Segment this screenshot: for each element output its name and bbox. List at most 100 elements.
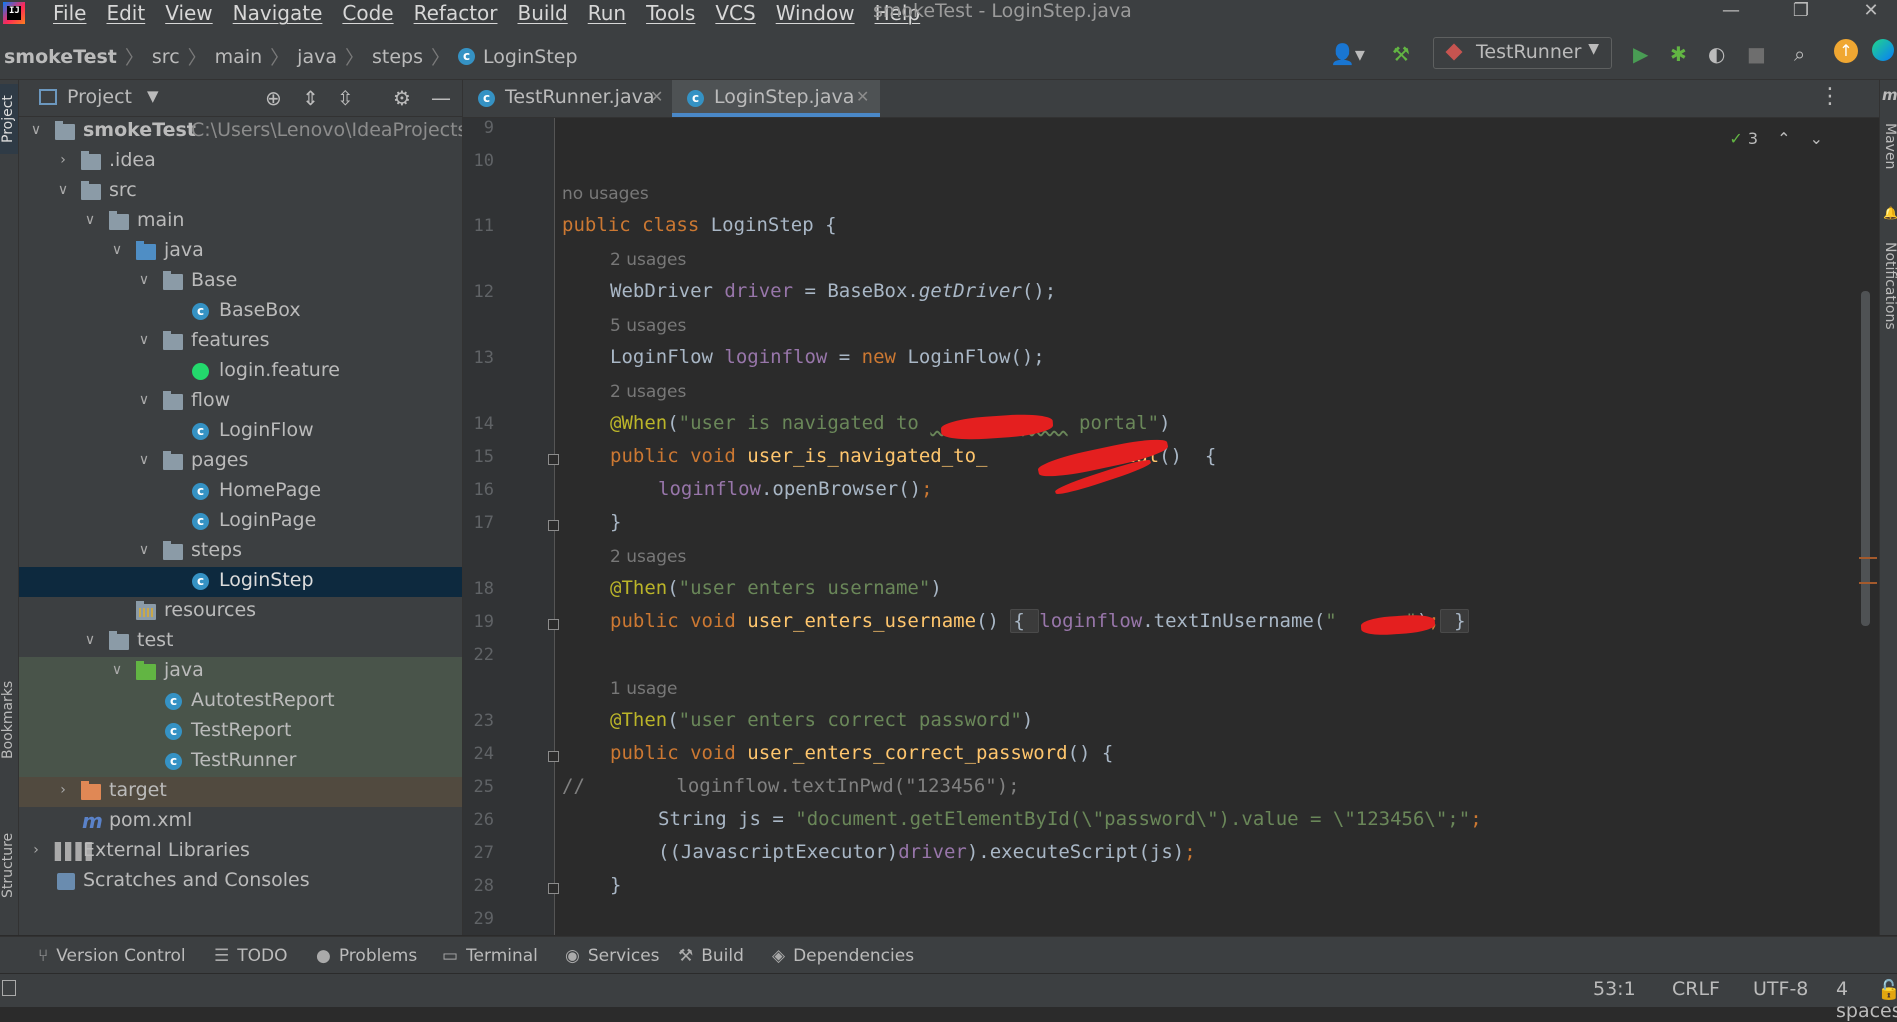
error-stripe-mark[interactable] xyxy=(1859,557,1877,559)
code-line-27[interactable]: ((JavascriptExecutor)driver).executeScri… xyxy=(658,841,1196,863)
line-separator[interactable]: CRLF xyxy=(1672,978,1720,1000)
code-line-25[interactable]: // loginflow.textInPwd("123456"); xyxy=(562,775,1020,797)
menu-run[interactable]: Run xyxy=(588,1,626,25)
tree-item-test[interactable]: ∨ test xyxy=(19,627,462,657)
close-tab-icon[interactable]: ✕ xyxy=(856,87,869,106)
run-configuration-select[interactable]: TestRunner ▼ xyxy=(1433,37,1612,69)
chevron-right-icon[interactable]: › xyxy=(56,152,70,168)
menu-window[interactable]: Window xyxy=(776,1,855,25)
tree-item-external-libraries[interactable]: › ▌▌▌▌ External Libraries xyxy=(19,837,462,867)
usage-hint[interactable]: 2 usages xyxy=(610,547,686,567)
chevron-down-icon[interactable]: ∨ xyxy=(137,272,151,288)
menu-navigate[interactable]: Navigate xyxy=(233,1,323,25)
coverage-icon[interactable]: ◐ xyxy=(1708,42,1725,66)
stop-icon[interactable]: ■ xyxy=(1747,42,1766,66)
menu-refactor[interactable]: Refactor xyxy=(414,1,498,25)
chevron-down-icon[interactable]: ∨ xyxy=(83,632,97,648)
fold-marker-icon[interactable] xyxy=(548,619,559,630)
tree-item-main[interactable]: ∨ main xyxy=(19,207,462,237)
tree-item-features[interactable]: ∨ features xyxy=(19,327,462,357)
tab-loginstep[interactable]: c LoginStep.java ✕ xyxy=(672,80,880,117)
tree-item-scratches[interactable]: Scratches and Consoles xyxy=(19,867,462,897)
build-hammer-icon[interactable]: ⚒ xyxy=(1392,42,1410,66)
chevron-right-icon[interactable]: › xyxy=(56,782,70,798)
usage-hint[interactable]: 5 usages xyxy=(610,316,686,336)
file-encoding[interactable]: UTF-8 xyxy=(1753,978,1808,1000)
tree-item-idea[interactable]: › .idea xyxy=(19,147,462,177)
breadcrumb-steps[interactable]: steps xyxy=(372,46,423,68)
vertical-scrollbar[interactable] xyxy=(1861,291,1870,626)
user-account-icon[interactable]: 👤▾ xyxy=(1330,42,1365,66)
structure-tool-tab[interactable]: Structure xyxy=(0,820,18,910)
chevron-down-icon[interactable]: ∨ xyxy=(137,332,151,348)
tree-item-base[interactable]: ∨ Base xyxy=(19,267,462,297)
notifications-tool-tab[interactable]: Notifications xyxy=(1880,226,1897,346)
menu-code[interactable]: Code xyxy=(342,1,393,25)
code-line-16[interactable]: loginflow.openBrowser(); xyxy=(658,478,933,500)
debug-icon[interactable]: ✱ xyxy=(1670,42,1687,66)
usage-hint[interactable]: 2 usages xyxy=(610,250,686,270)
breadcrumb-file[interactable]: LoginStep xyxy=(483,46,578,68)
code-line-11[interactable]: public class LoginStep { xyxy=(562,214,837,236)
breadcrumb-java[interactable]: java xyxy=(297,46,337,68)
tree-item-test-java[interactable]: ∨ java xyxy=(19,657,462,687)
breadcrumb-src[interactable]: src xyxy=(152,46,180,68)
close-tab-icon[interactable]: ✕ xyxy=(650,87,663,106)
code-with-me-icon[interactable] xyxy=(1872,39,1894,61)
code-line-26[interactable]: String js = "document.getElementById(\"p… xyxy=(658,808,1482,830)
chevron-down-icon[interactable]: ∨ xyxy=(110,242,124,258)
tree-item-pom[interactable]: m pom.xml xyxy=(19,807,462,837)
collapse-all-icon[interactable]: ⇳ xyxy=(337,86,354,110)
caret-position[interactable]: 53:1 xyxy=(1593,978,1636,1000)
tree-item-testrunner[interactable]: c TestRunner xyxy=(19,747,462,777)
fold-marker-icon[interactable] xyxy=(548,751,559,762)
code-line-18[interactable]: @Then("user enters username") xyxy=(610,577,942,599)
bookmarks-tool-tab[interactable]: Bookmarks xyxy=(0,670,18,770)
hide-panel-icon[interactable]: — xyxy=(431,86,451,110)
code-line-12[interactable]: WebDriver driver = BaseBox.getDriver(); xyxy=(610,280,1056,302)
tool-terminal[interactable]: ▭ Terminal xyxy=(442,946,538,966)
tree-item-loginflow[interactable]: c LoginFlow xyxy=(19,417,462,447)
breadcrumb-main[interactable]: main xyxy=(215,46,262,68)
error-stripe-mark[interactable] xyxy=(1859,582,1877,584)
tool-build[interactable]: ⚒ Build xyxy=(678,946,744,966)
run-icon[interactable]: ▶ xyxy=(1633,42,1648,66)
tree-item-flow[interactable]: ∨ flow xyxy=(19,387,462,417)
code-line-24[interactable]: public void user_enters_correct_password… xyxy=(610,742,1113,764)
menu-file[interactable]: File xyxy=(53,1,86,25)
usage-hint[interactable]: 1 usage xyxy=(610,679,678,699)
chevron-up-icon[interactable]: ⌃ xyxy=(1777,129,1790,148)
tool-services[interactable]: ◉ Services xyxy=(565,946,660,966)
tree-item-autotestreport[interactable]: c AutotestReport xyxy=(19,687,462,717)
code-line-19[interactable]: public void user_enters_username() { log… xyxy=(610,609,1469,633)
tool-todo[interactable]: ☰ TODO xyxy=(214,946,288,966)
tool-problems[interactable]: ● Problems xyxy=(316,946,417,966)
tree-item-steps[interactable]: ∨ steps xyxy=(19,537,462,567)
chevron-down-icon[interactable]: ∨ xyxy=(137,452,151,468)
chevron-down-icon[interactable]: ∨ xyxy=(56,182,70,198)
fold-marker-icon[interactable] xyxy=(548,520,559,531)
project-tool-tab[interactable]: Project xyxy=(0,84,18,154)
fold-marker-icon[interactable] xyxy=(548,883,559,894)
tree-item-homepage[interactable]: c HomePage xyxy=(19,477,462,507)
usage-hint[interactable]: no usages xyxy=(562,184,649,204)
update-icon[interactable]: ↑ xyxy=(1834,39,1858,63)
expand-all-icon[interactable]: ⇕ xyxy=(302,86,319,110)
more-tabs-icon[interactable]: ⋮ xyxy=(1819,84,1841,109)
project-panel-title[interactable]: Project xyxy=(67,86,132,108)
chevron-down-icon[interactable]: ∨ xyxy=(110,662,124,678)
menu-tools[interactable]: Tools xyxy=(646,1,695,25)
inspection-widget[interactable]: ✓ 3 ⌃ ⌄ xyxy=(1729,129,1823,148)
chevron-down-icon[interactable]: ⌄ xyxy=(1810,129,1823,148)
menu-view[interactable]: View xyxy=(165,1,212,25)
folded-region[interactable]: { xyxy=(1010,609,1040,633)
chevron-down-icon[interactable]: ∨ xyxy=(137,542,151,558)
code-line-28[interactable]: } xyxy=(610,874,621,896)
chevron-down-icon[interactable]: ▼ xyxy=(147,87,159,105)
tree-item-loginstep[interactable]: c LoginStep xyxy=(19,567,462,597)
chevron-down-icon[interactable]: ∨ xyxy=(29,122,43,138)
code-line-23[interactable]: @Then("user enters correct password") xyxy=(610,709,1033,731)
tree-item-resources[interactable]: resources xyxy=(19,597,462,627)
maven-tool-tab[interactable]: Maven xyxy=(1880,116,1897,176)
tree-item-src[interactable]: ∨ src xyxy=(19,177,462,207)
